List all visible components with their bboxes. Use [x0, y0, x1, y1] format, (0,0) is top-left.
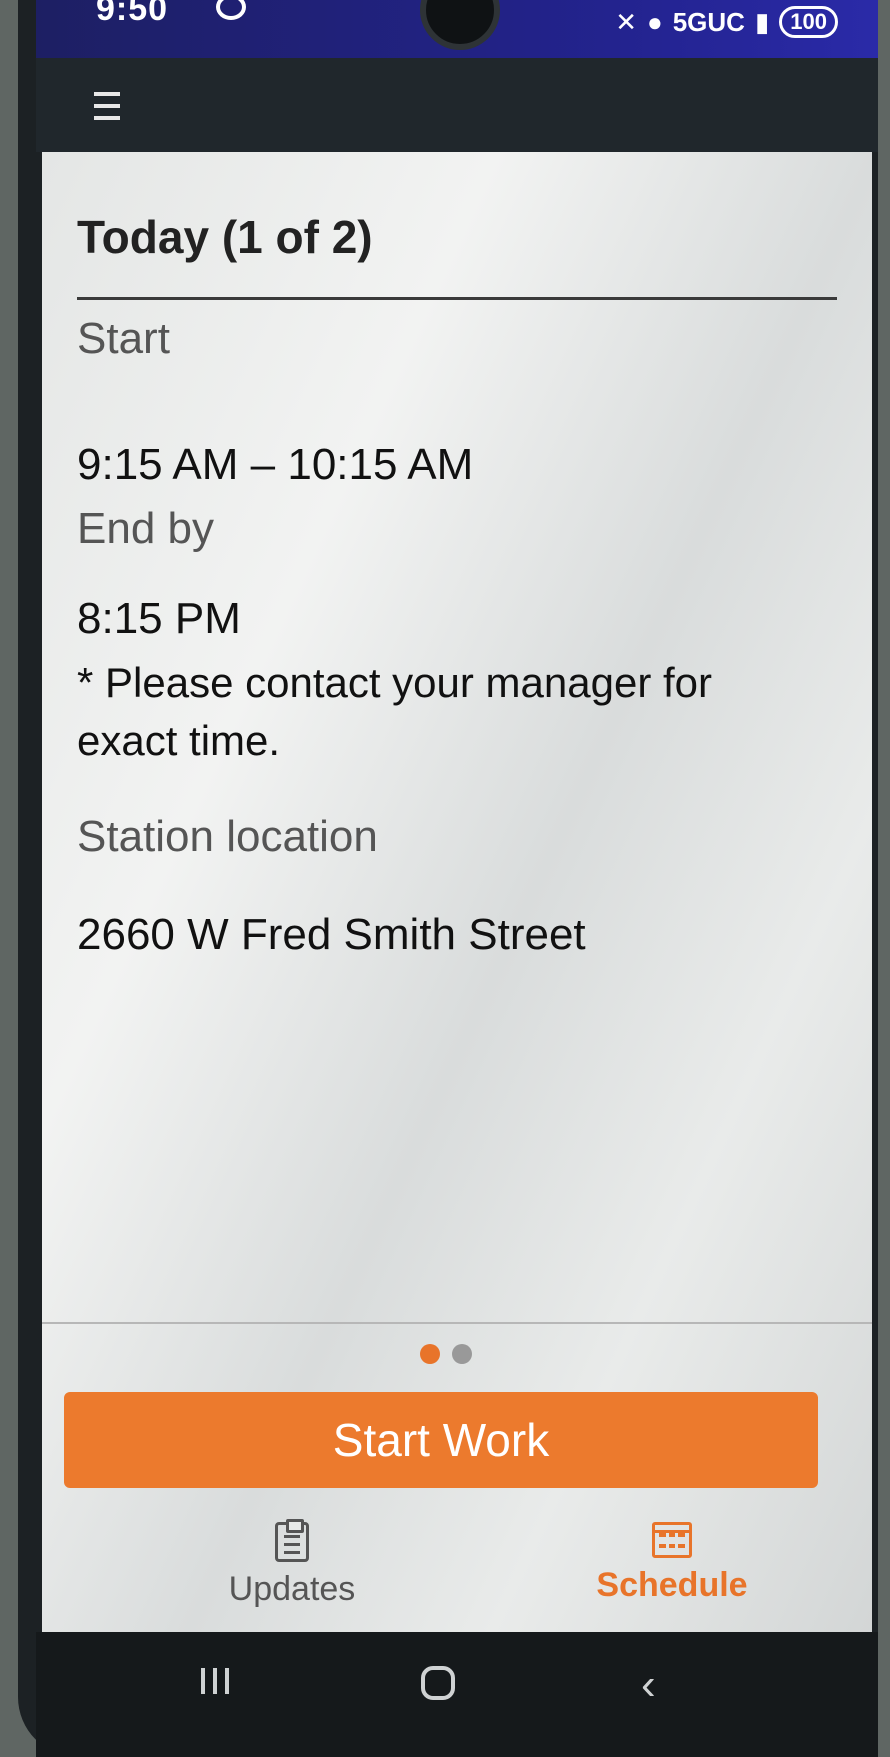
- title-divider: [77, 297, 837, 300]
- clipboard-icon: [275, 1519, 309, 1562]
- tab-schedule[interactable]: Schedule: [562, 1522, 782, 1605]
- end-by-time: 8:15 PM: [77, 594, 241, 643]
- system-nav-bar: ‹: [36, 1632, 878, 1757]
- calendar-icon: [652, 1522, 692, 1558]
- station-location-label: Station location: [77, 812, 378, 861]
- station-address: 2660 W Fred Smith Street: [77, 910, 586, 959]
- schedule-screen: Today (1 of 2) Start 9:15 AM – 10:15 AM …: [42, 152, 872, 1632]
- mute-icon: ✕: [615, 6, 637, 37]
- start-label: Start: [77, 314, 170, 363]
- battery-indicator: 100: [779, 6, 838, 38]
- location-icon: ●: [647, 6, 663, 37]
- network-label: 5GUC: [672, 6, 745, 37]
- hamburger-menu-icon[interactable]: [88, 76, 148, 136]
- tab-updates-label: Updates: [228, 1570, 356, 1608]
- manager-note: * Please contact your manager for exact …: [77, 659, 713, 764]
- back-icon[interactable]: ‹: [641, 1660, 656, 1710]
- app-bar: [36, 58, 878, 152]
- start-time-range: 9:15 AM – 10:15 AM: [77, 440, 474, 489]
- pager-indicator: [420, 1344, 472, 1364]
- recent-apps-icon[interactable]: [201, 1668, 229, 1694]
- notification-icon: [216, 0, 246, 20]
- content-divider: [42, 1322, 872, 1324]
- schedule-card-title: Today (1 of 2): [77, 211, 373, 263]
- tab-schedule-label: Schedule: [596, 1566, 748, 1604]
- tab-updates[interactable]: Updates: [182, 1519, 402, 1609]
- home-icon[interactable]: [421, 1666, 455, 1700]
- end-by-label: End by: [77, 504, 214, 553]
- status-time: 9:50: [96, 0, 169, 28]
- status-icons: ✕ ● 5GUC ▮ 100: [615, 6, 838, 38]
- pager-dot[interactable]: [452, 1344, 472, 1364]
- start-work-button[interactable]: Start Work: [64, 1392, 818, 1488]
- pager-dot-active[interactable]: [420, 1344, 440, 1364]
- signal-icon: ▮: [754, 6, 770, 37]
